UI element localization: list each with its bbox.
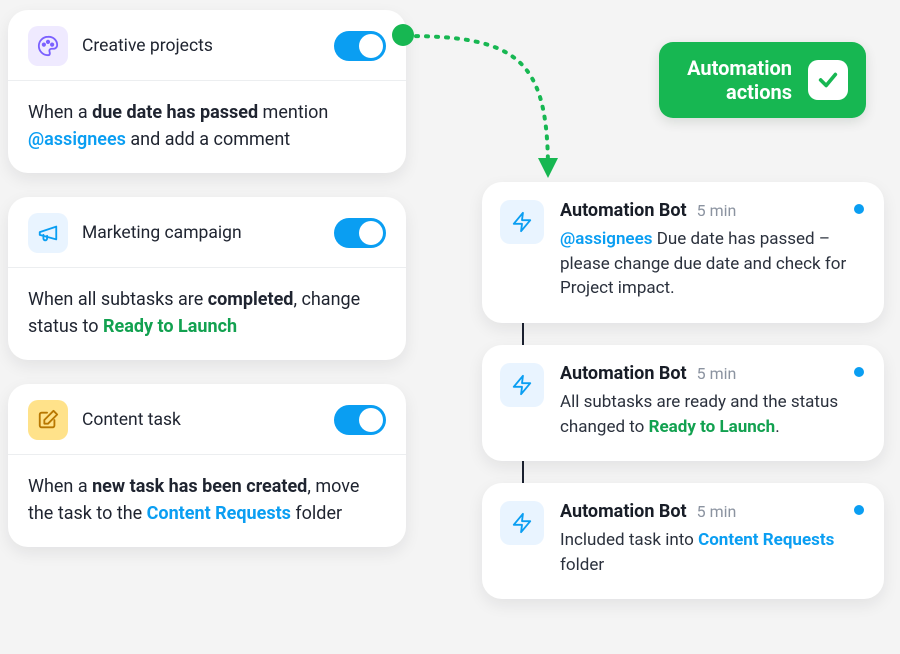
rule-title: Creative projects (82, 36, 320, 56)
connector-line (522, 461, 524, 483)
mention-assignees[interactable]: @assignees (560, 229, 652, 249)
notif-time: 5 min (697, 201, 737, 220)
connector-line (522, 323, 524, 345)
badge-label: Automation actions (687, 56, 792, 104)
automation-notification[interactable]: Automation Bot 5 min All subtasks are re… (482, 345, 884, 461)
unread-dot (854, 367, 864, 377)
rule-description: When a due date has passed mention @assi… (8, 81, 406, 173)
notif-text: All subtasks are ready and the status ch… (560, 390, 862, 439)
rule-card-creative: Creative projects When a due date has pa… (8, 10, 406, 173)
notif-title: Automation Bot (560, 200, 687, 221)
rule-description: When all subtasks are completed, change … (8, 268, 406, 360)
automation-actions-badge: Automation actions (659, 42, 866, 118)
link-content-requests[interactable]: Content Requests (147, 503, 291, 524)
toggle-switch[interactable] (334, 218, 386, 248)
notif-title: Automation Bot (560, 501, 687, 522)
actions-column: Automation actions Automation Bot 5 min … (482, 42, 884, 599)
palette-icon (28, 26, 68, 66)
rule-title: Marketing campaign (82, 223, 320, 243)
rule-header: Creative projects (8, 10, 406, 81)
rules-column: Creative projects When a due date has pa… (8, 10, 406, 571)
notif-text: Included task into Content Requests fold… (560, 528, 862, 577)
notif-time: 5 min (697, 364, 737, 383)
status-ready-to-launch: Ready to Launch (103, 316, 237, 337)
lightning-icon (500, 501, 544, 545)
megaphone-icon (28, 213, 68, 253)
lightning-icon (500, 363, 544, 407)
rule-card-marketing: Marketing campaign When all subtasks are… (8, 197, 406, 360)
rule-header: Marketing campaign (8, 197, 406, 268)
rule-card-content: Content task When a new task has been cr… (8, 384, 406, 547)
mention-assignees[interactable]: @assignees (28, 129, 126, 150)
check-icon (808, 60, 848, 100)
rule-title: Content task (82, 410, 320, 430)
unread-dot (854, 204, 864, 214)
automation-notification[interactable]: Automation Bot 5 min @assignees Due date… (482, 182, 884, 323)
unread-dot (854, 505, 864, 515)
toggle-switch[interactable] (334, 31, 386, 61)
status-ready-to-launch: Ready to Launch (649, 417, 776, 437)
lightning-icon (500, 200, 544, 244)
notif-title: Automation Bot (560, 363, 687, 384)
edit-icon (28, 400, 68, 440)
automation-notification[interactable]: Automation Bot 5 min Included task into … (482, 483, 884, 599)
toggle-switch[interactable] (334, 405, 386, 435)
link-content-requests[interactable]: Content Requests (698, 530, 834, 550)
rule-header: Content task (8, 384, 406, 455)
notif-time: 5 min (697, 502, 737, 521)
rule-description: When a new task has been created, move t… (8, 455, 406, 547)
notif-text: @assignees Due date has passed – please … (560, 227, 862, 301)
